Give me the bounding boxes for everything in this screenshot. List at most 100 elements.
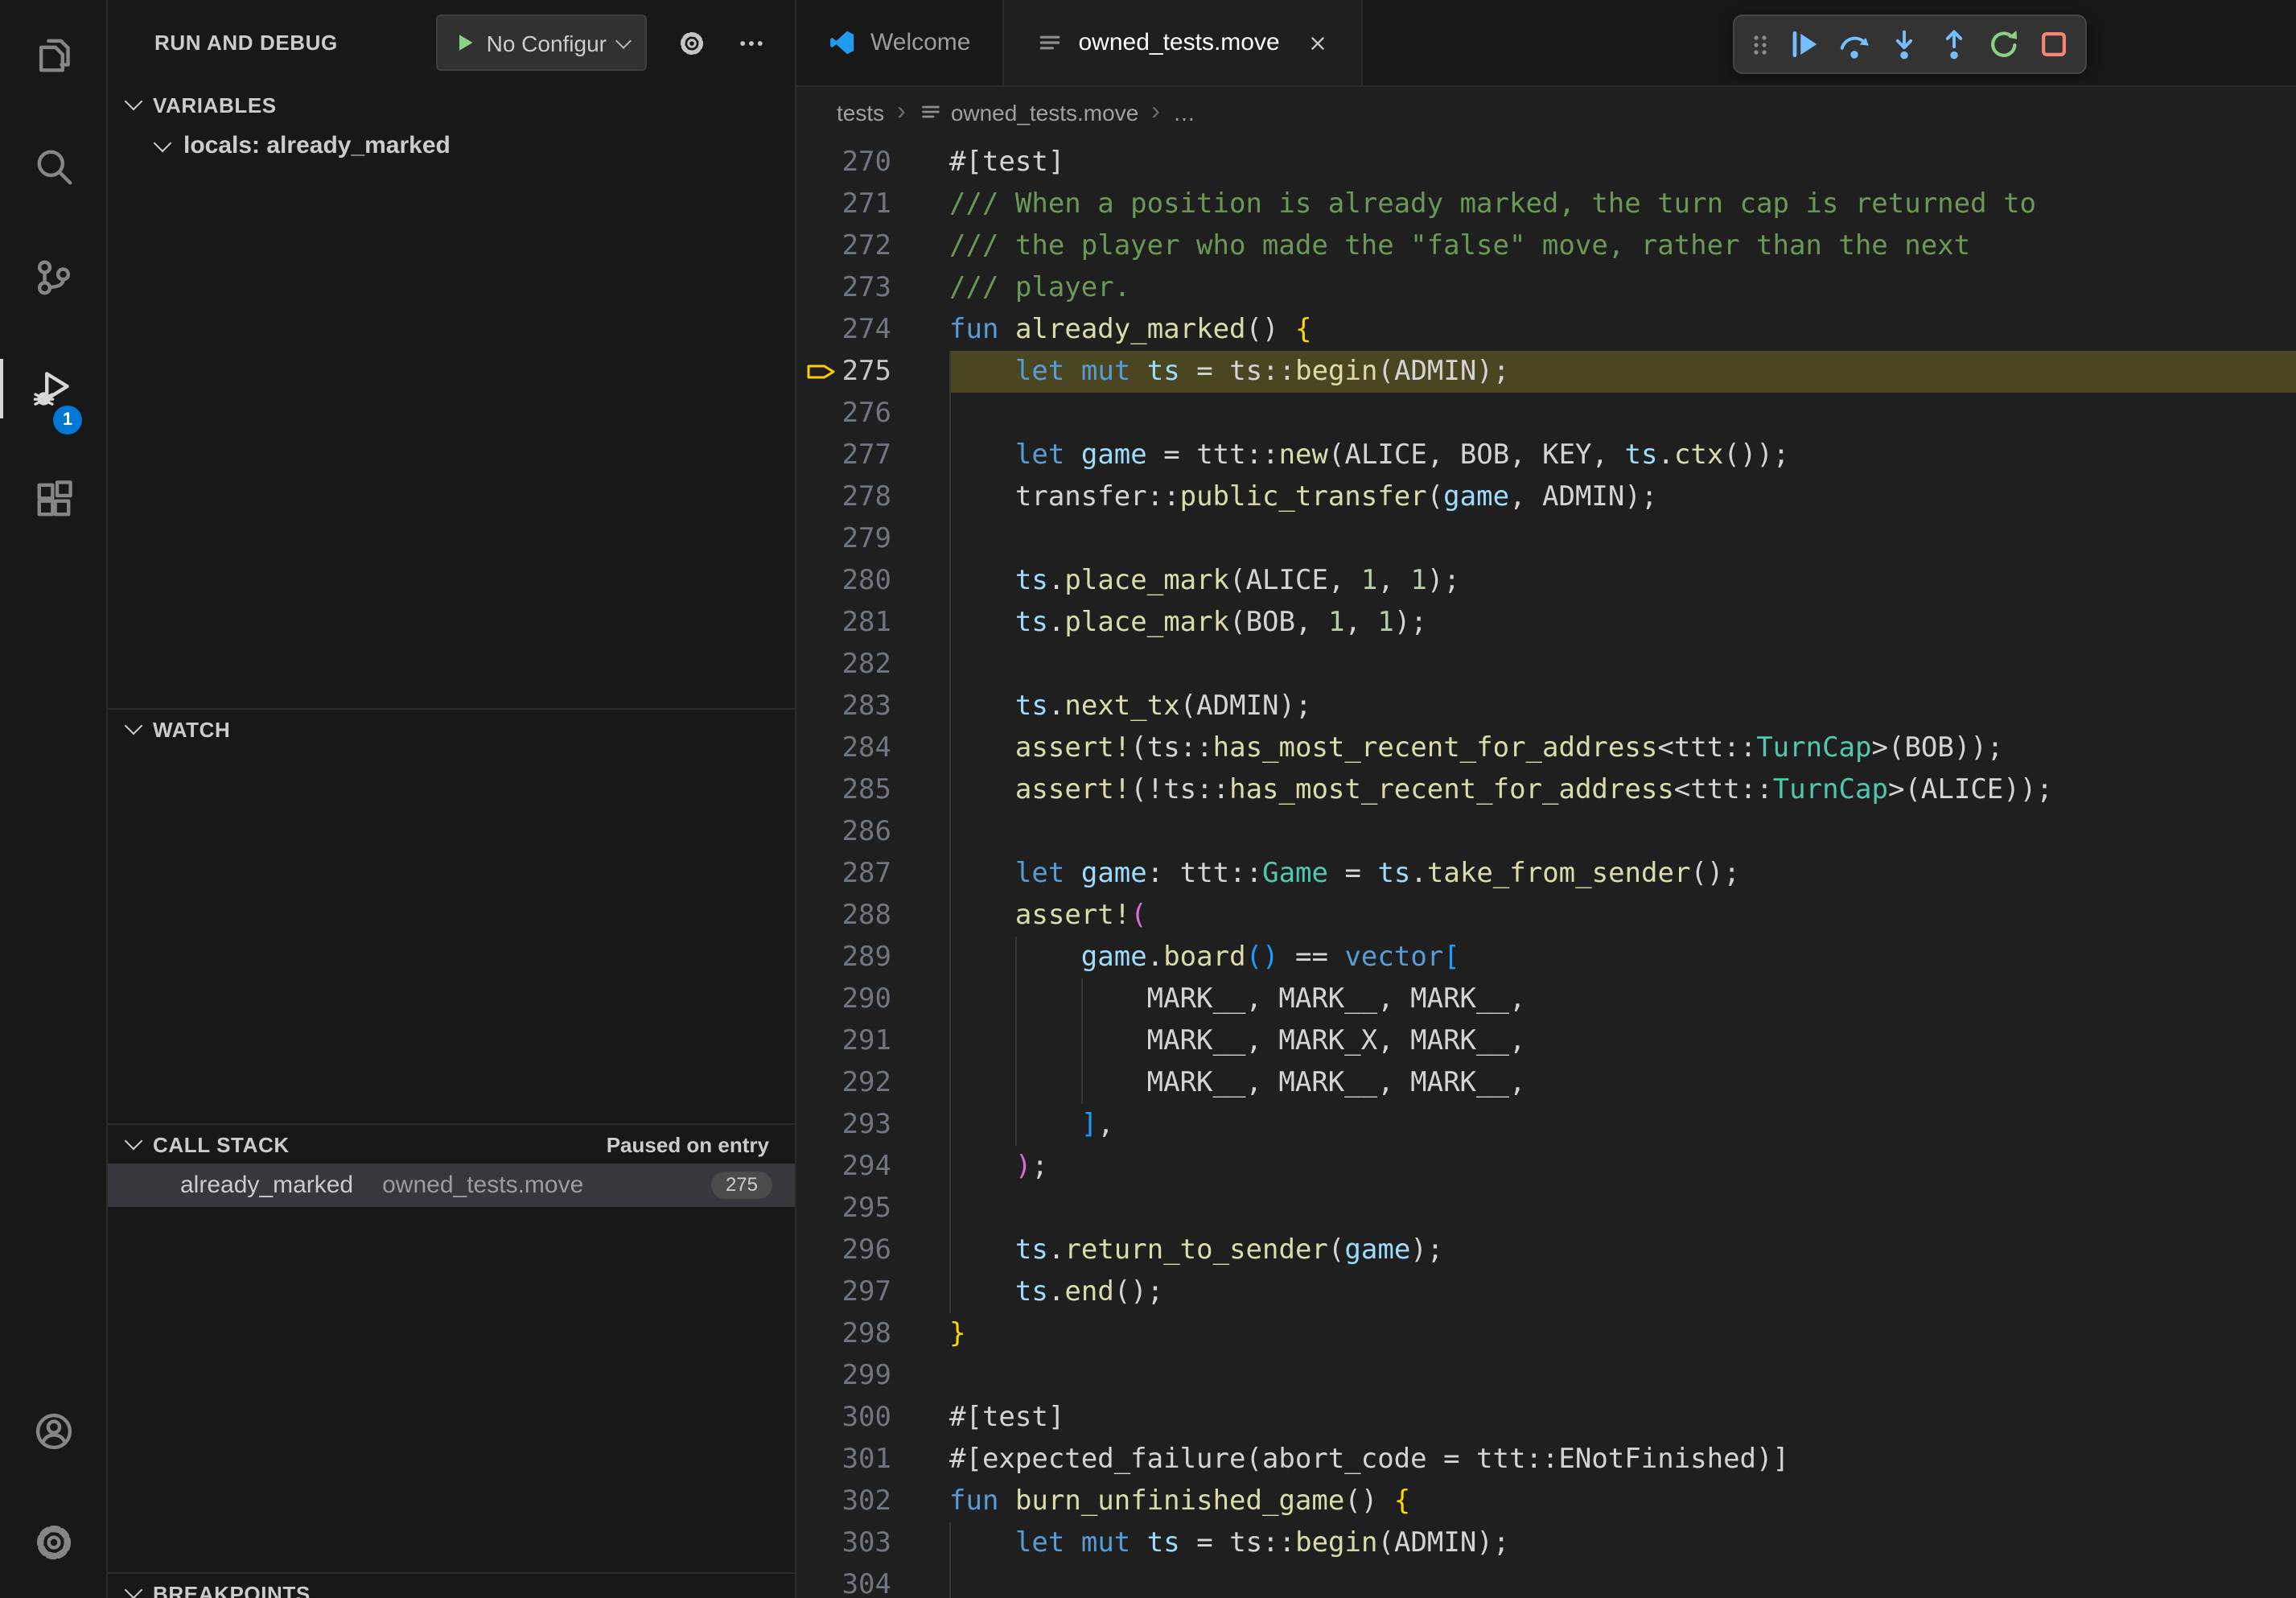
toolbar-drag-grip-icon[interactable]: [1743, 31, 1778, 57]
activitybar-manage[interactable]: [0, 1487, 106, 1598]
gutter-line-287[interactable]: 287: [796, 853, 949, 895]
close-icon[interactable]: [1307, 31, 1330, 54]
code-text-304[interactable]: [949, 1564, 2296, 1598]
gutter-line-289[interactable]: 289: [796, 937, 949, 978]
code-text-284[interactable]: assert!(ts::has_most_recent_for_address<…: [949, 727, 2296, 769]
code-text-291[interactable]: MARK__, MARK_X, MARK__,: [949, 1020, 2296, 1062]
code-text-283[interactable]: ts.next_tx(ADMIN);: [949, 686, 2296, 727]
debug-settings-button[interactable]: [677, 28, 706, 57]
gutter-line-291[interactable]: 291: [796, 1020, 949, 1062]
code-text-277[interactable]: let game = ttt::new(ALICE, BOB, KEY, ts.…: [949, 435, 2296, 476]
code-text-281[interactable]: ts.place_mark(BOB, 1, 1);: [949, 602, 2296, 644]
code-text-296[interactable]: ts.return_to_sender(game);: [949, 1229, 2296, 1271]
call-stack-frame[interactable]: already_marked owned_tests.move 275: [108, 1163, 795, 1207]
gutter-line-283[interactable]: 283: [796, 686, 949, 727]
activitybar-search[interactable]: [0, 111, 106, 222]
gutter-line-278[interactable]: 278: [796, 476, 949, 518]
activitybar-run-and-debug[interactable]: 1: [0, 333, 106, 444]
gutter-line-295[interactable]: 295: [796, 1188, 949, 1229]
variables-scope-row[interactable]: locals: already_marked: [108, 124, 795, 167]
code-text-300[interactable]: #[test]: [949, 1397, 2296, 1439]
code-text-274[interactable]: fun already_marked() {: [949, 309, 2296, 351]
variables-section-header[interactable]: VARIABLES: [108, 85, 795, 124]
gutter-line-276[interactable]: 276: [796, 393, 949, 435]
gutter-line-272[interactable]: 272: [796, 225, 949, 267]
activitybar-accounts[interactable]: [0, 1376, 106, 1487]
code-text-298[interactable]: }: [949, 1313, 2296, 1355]
views-more-actions-button[interactable]: [737, 28, 766, 57]
watch-section-header[interactable]: WATCH: [108, 710, 795, 748]
gutter-line-296[interactable]: 296: [796, 1229, 949, 1271]
gutter-line-273[interactable]: 273: [796, 267, 949, 309]
code-text-302[interactable]: fun burn_unfinished_game() {: [949, 1481, 2296, 1522]
code-text-292[interactable]: MARK__, MARK__, MARK__,: [949, 1062, 2296, 1104]
continue-button[interactable]: [1781, 21, 1828, 68]
gutter-line-288[interactable]: 288: [796, 895, 949, 937]
gutter-line-275[interactable]: 275: [796, 351, 949, 393]
code-text-275[interactable]: let mut ts = ts::begin(ADMIN);: [949, 351, 2296, 393]
tab-owned-tests-move[interactable]: owned_tests.move: [1005, 0, 1364, 85]
step-out-button[interactable]: [1931, 21, 1977, 68]
code-text-271[interactable]: /// When a position is already marked, t…: [949, 183, 2296, 225]
code-text-299[interactable]: [949, 1355, 2296, 1397]
code-text-270[interactable]: #[test]: [949, 142, 2296, 183]
gutter-line-299[interactable]: 299: [796, 1355, 949, 1397]
restart-button[interactable]: [1981, 21, 2027, 68]
code-text-278[interactable]: transfer::public_transfer(game, ADMIN);: [949, 476, 2296, 518]
code-text-293[interactable]: ],: [949, 1104, 2296, 1146]
code-text-273[interactable]: /// player.: [949, 267, 2296, 309]
code-text-279[interactable]: [949, 518, 2296, 560]
gutter-line-277[interactable]: 277: [796, 435, 949, 476]
gutter-line-302[interactable]: 302: [796, 1481, 949, 1522]
gutter-line-284[interactable]: 284: [796, 727, 949, 769]
activitybar-extensions[interactable]: [0, 444, 106, 555]
gutter-line-271[interactable]: 271: [796, 183, 949, 225]
gutter-line-279[interactable]: 279: [796, 518, 949, 560]
stop-button[interactable]: [2031, 21, 2077, 68]
gutter-line-292[interactable]: 292: [796, 1062, 949, 1104]
gutter-line-297[interactable]: 297: [796, 1271, 949, 1313]
breadcrumb-item[interactable]: owned_tests.move: [919, 99, 1138, 125]
code-text-297[interactable]: ts.end();: [949, 1271, 2296, 1313]
gutter-line-301[interactable]: 301: [796, 1439, 949, 1481]
gutter-line-293[interactable]: 293: [796, 1104, 949, 1146]
code-text-280[interactable]: ts.place_mark(ALICE, 1, 1);: [949, 560, 2296, 602]
activitybar-source-control[interactable]: [0, 222, 106, 333]
gutter-line-290[interactable]: 290: [796, 978, 949, 1020]
gutter-line-294[interactable]: 294: [796, 1146, 949, 1188]
step-over-button[interactable]: [1831, 21, 1878, 68]
line-number: 289: [842, 941, 891, 974]
debug-config-dropdown[interactable]: No Configur: [437, 14, 647, 71]
gutter-line-286[interactable]: 286: [796, 811, 949, 853]
breakpoints-section-header[interactable]: BREAKPOINTS: [108, 1574, 795, 1598]
step-into-button[interactable]: [1881, 21, 1928, 68]
code-text-289[interactable]: game.board() == vector[: [949, 937, 2296, 978]
code-text-290[interactable]: MARK__, MARK__, MARK__,: [949, 978, 2296, 1020]
gutter-line-282[interactable]: 282: [796, 644, 949, 686]
gutter-line-281[interactable]: 281: [796, 602, 949, 644]
code-text-301[interactable]: #[expected_failure(abort_code = ttt::ENo…: [949, 1439, 2296, 1481]
gutter-line-274[interactable]: 274: [796, 309, 949, 351]
gutter-line-280[interactable]: 280: [796, 560, 949, 602]
code-text-286[interactable]: [949, 811, 2296, 853]
tab-welcome[interactable]: Welcome: [796, 0, 1005, 85]
code-text-282[interactable]: [949, 644, 2296, 686]
gutter-line-304[interactable]: 304: [796, 1564, 949, 1598]
gutter-line-303[interactable]: 303: [796, 1522, 949, 1564]
activitybar-explorer[interactable]: [0, 0, 106, 111]
gutter-line-285[interactable]: 285: [796, 769, 949, 811]
call-stack-section-header[interactable]: CALL STACK Paused on entry: [108, 1125, 795, 1163]
code-text-272[interactable]: /// the player who made the "false" move…: [949, 225, 2296, 267]
breadcrumb-item[interactable]: …: [1173, 99, 1195, 125]
breadcrumb-item[interactable]: tests: [837, 99, 884, 125]
gutter-line-298[interactable]: 298: [796, 1313, 949, 1355]
code-text-294[interactable]: );: [949, 1146, 2296, 1188]
gutter-line-270[interactable]: 270: [796, 142, 949, 183]
gutter-line-300[interactable]: 300: [796, 1397, 949, 1439]
code-text-285[interactable]: assert!(!ts::has_most_recent_for_address…: [949, 769, 2296, 811]
code-text-303[interactable]: let mut ts = ts::begin(ADMIN);: [949, 1522, 2296, 1564]
code-text-288[interactable]: assert!(: [949, 895, 2296, 937]
code-text-287[interactable]: let game: ttt::Game = ts.take_from_sende…: [949, 853, 2296, 895]
code-text-295[interactable]: [949, 1188, 2296, 1229]
code-text-276[interactable]: [949, 393, 2296, 435]
